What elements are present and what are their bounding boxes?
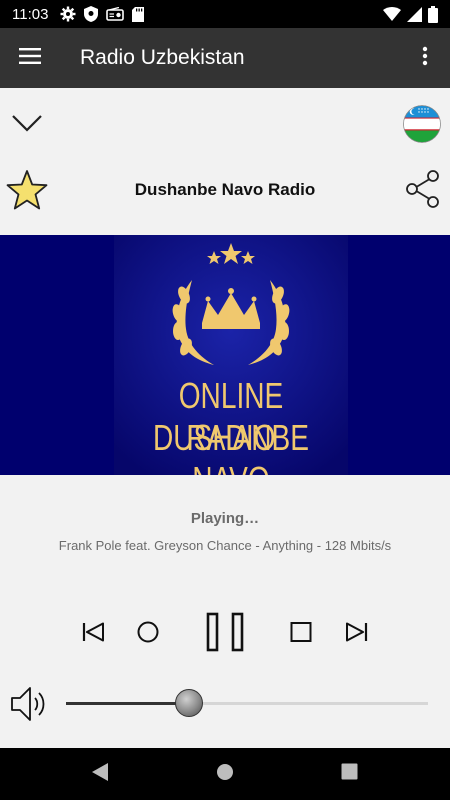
- battery-icon: [428, 5, 438, 23]
- skip-next-icon: [344, 622, 368, 642]
- status-icons-right: [383, 5, 438, 23]
- record-button[interactable]: [136, 620, 160, 644]
- status-time: 11:03: [12, 5, 49, 23]
- app-bar: Radio Uzbekistan: [0, 28, 450, 88]
- nav-recents-button[interactable]: [336, 761, 362, 787]
- uzbekistan-flag-icon: [403, 105, 441, 143]
- nav-home-button[interactable]: [212, 761, 238, 787]
- skip-previous-icon: [82, 622, 106, 642]
- volume-slider-fill: [66, 702, 190, 705]
- stop-icon: [290, 622, 312, 642]
- station-logo: ONLINE RADIO DUSHANBE NAVO: [114, 235, 348, 475]
- country-flag-button[interactable]: [403, 105, 441, 143]
- collapse-button[interactable]: [10, 110, 44, 140]
- next-button[interactable]: [342, 620, 370, 644]
- radio-icon: [106, 7, 125, 21]
- station-artwork-band: ONLINE RADIO DUSHANBE NAVO: [0, 235, 450, 475]
- previous-button[interactable]: [80, 620, 108, 644]
- home-circle-icon: [216, 763, 234, 786]
- station-info-row: Dushanbe Navo Radio: [0, 163, 450, 235]
- share-button[interactable]: [404, 169, 442, 209]
- pause-button[interactable]: [204, 611, 246, 653]
- share-icon: [404, 170, 442, 213]
- recents-square-icon: [341, 763, 358, 785]
- star-icon: [6, 170, 48, 215]
- player-header: [0, 88, 450, 163]
- system-nav-bar: [0, 748, 450, 800]
- shield-icon: [84, 6, 99, 22]
- station-name: Dushanbe Navo Radio: [134, 180, 316, 199]
- player-panel: Playing… Frank Pole feat. Greyson Chance…: [0, 475, 450, 747]
- signal-icon: [407, 6, 422, 22]
- playback-status: Playing…: [190, 510, 260, 527]
- status-bar: 11:03: [0, 0, 450, 28]
- more-vert-icon: [422, 46, 428, 71]
- volume-icon: [10, 687, 50, 729]
- track-info: Frank Pole feat. Greyson Chance - Anythi…: [58, 538, 392, 553]
- circle-icon: [137, 621, 159, 643]
- artwork-text-line2: DUSHANBE NAVO: [152, 417, 310, 475]
- sd-card-icon: [132, 6, 145, 22]
- pause-icon: [206, 612, 244, 652]
- nav-back-button[interactable]: [87, 761, 113, 787]
- volume-slider-thumb[interactable]: [175, 689, 204, 717]
- menu-button[interactable]: [0, 28, 60, 88]
- status-icons-left: [60, 6, 145, 22]
- overflow-menu-button[interactable]: [400, 28, 450, 88]
- wifi-icon: [383, 7, 401, 21]
- app-title: Radio Uzbekistan: [80, 46, 245, 69]
- chevron-down-icon: [11, 114, 43, 137]
- volume-button[interactable]: [10, 683, 50, 725]
- back-triangle-icon: [91, 762, 109, 787]
- hamburger-menu-icon: [19, 47, 41, 69]
- stop-button[interactable]: [289, 621, 313, 643]
- volume-slider-track[interactable]: [66, 702, 428, 705]
- settings-icon: [60, 6, 76, 22]
